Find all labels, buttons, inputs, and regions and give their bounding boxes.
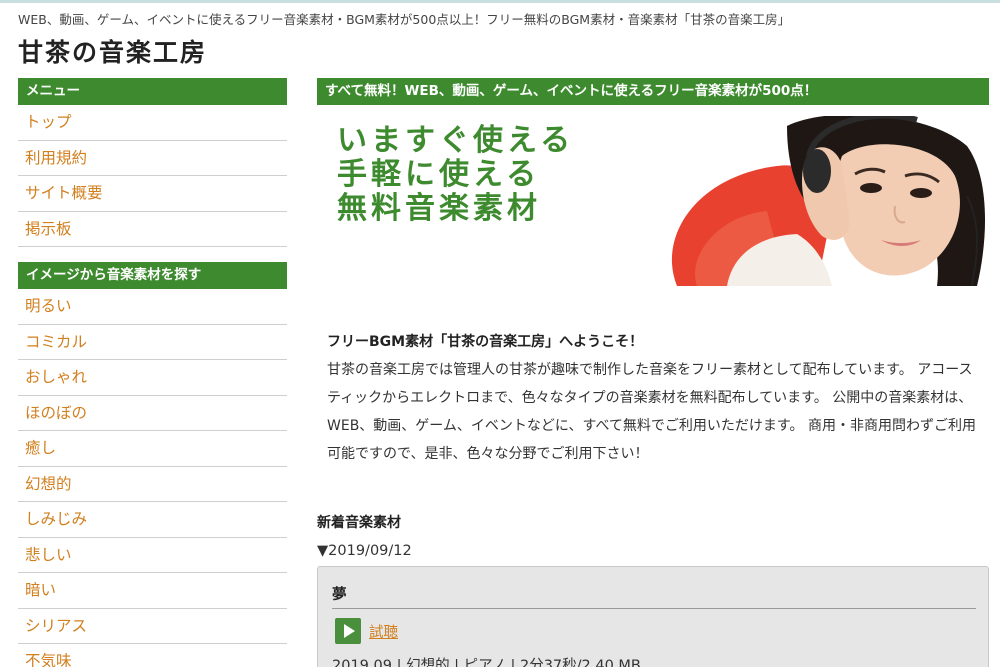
main-content: すべて無料！WEB、動画、ゲーム、イベントに使えるフリー音楽素材が500点！ い… bbox=[317, 78, 989, 667]
new-releases-title: 新着音楽素材 bbox=[317, 515, 401, 531]
sidebar-item-terms[interactable]: 利用規約 bbox=[18, 141, 287, 176]
banner-photo-girl-headphones bbox=[637, 116, 989, 286]
listen-link[interactable]: 試聴 bbox=[369, 621, 398, 642]
sidebar-item-top[interactable]: トップ bbox=[18, 105, 287, 141]
hero-banner: いますぐ使える 手軽に使える 無料音楽素材 bbox=[317, 116, 989, 286]
sidebar-item-fantasy[interactable]: 幻想的 bbox=[18, 467, 287, 502]
sidebar-item-creepy[interactable]: 不気味 bbox=[18, 644, 287, 667]
sidebar: メニュー トップ 利用規約 サイト概要 掲示板 イメージから音楽素材を探す 明る… bbox=[18, 78, 287, 667]
play-icon[interactable] bbox=[335, 618, 361, 644]
divider bbox=[332, 608, 976, 609]
banner-text: いますぐ使える 手軽に使える 無料音楽素材 bbox=[337, 124, 574, 226]
sidebar-item-healing[interactable]: 癒し bbox=[18, 431, 287, 467]
sidebar-item-sad[interactable]: 悲しい bbox=[18, 538, 287, 573]
menu-list: トップ 利用規約 サイト概要 掲示板 bbox=[18, 105, 287, 247]
sidebar-item-dark[interactable]: 暗い bbox=[18, 573, 287, 609]
release-date: ▼2019/09/12 bbox=[317, 543, 412, 559]
sidebar-item-heartwarming[interactable]: ほのぼの bbox=[18, 396, 287, 431]
welcome-section: フリーBGM素材「甘茶の音楽工房」へようこそ！ 甘茶の音楽工房では管理人の甘茶が… bbox=[327, 331, 979, 468]
sidebar-item-stylish[interactable]: おしゃれ bbox=[18, 360, 287, 396]
welcome-title: フリーBGM素材「甘茶の音楽工房」へようこそ！ bbox=[327, 334, 644, 350]
menu-heading: メニュー bbox=[18, 78, 287, 105]
image-search-heading: イメージから音楽素材を探す bbox=[18, 262, 287, 289]
sidebar-item-comical[interactable]: コミカル bbox=[18, 325, 287, 360]
main-heading: すべて無料！WEB、動画、ゲーム、イベントに使えるフリー音楽素材が500点！ bbox=[317, 78, 989, 105]
banner-line-3: 無料音楽素材 bbox=[337, 191, 541, 226]
track-card: 夢 試聴 2019.09 | 幻想的 | ピアノ | 2分37秒/2.40 MB bbox=[317, 566, 989, 667]
track-meta: 2019.09 | 幻想的 | ピアノ | 2分37秒/2.40 MB bbox=[332, 658, 641, 667]
sidebar-item-about[interactable]: サイト概要 bbox=[18, 176, 287, 212]
track-title[interactable]: 夢 bbox=[332, 583, 347, 604]
sidebar-item-serious[interactable]: シリアス bbox=[18, 609, 287, 644]
welcome-body: 甘茶の音楽工房では管理人の甘茶が趣味で制作した音楽をフリー素材として配布していま… bbox=[327, 362, 976, 462]
tagline: WEB、動画、ゲーム、イベントに使えるフリー音楽素材・BGM素材が500点以上！… bbox=[18, 12, 791, 27]
sidebar-item-nostalgic[interactable]: しみじみ bbox=[18, 502, 287, 538]
sidebar-item-board[interactable]: 掲示板 bbox=[18, 212, 287, 247]
banner-line-1: いますぐ使える bbox=[337, 123, 575, 158]
banner-line-2: 手軽に使える bbox=[337, 157, 541, 192]
sidebar-item-bright[interactable]: 明るい bbox=[18, 289, 287, 325]
image-list: 明るい コミカル おしゃれ ほのぼの 癒し 幻想的 しみじみ 悲しい 暗い シリ… bbox=[18, 289, 287, 667]
site-title[interactable]: 甘茶の音楽工房 bbox=[18, 33, 207, 69]
